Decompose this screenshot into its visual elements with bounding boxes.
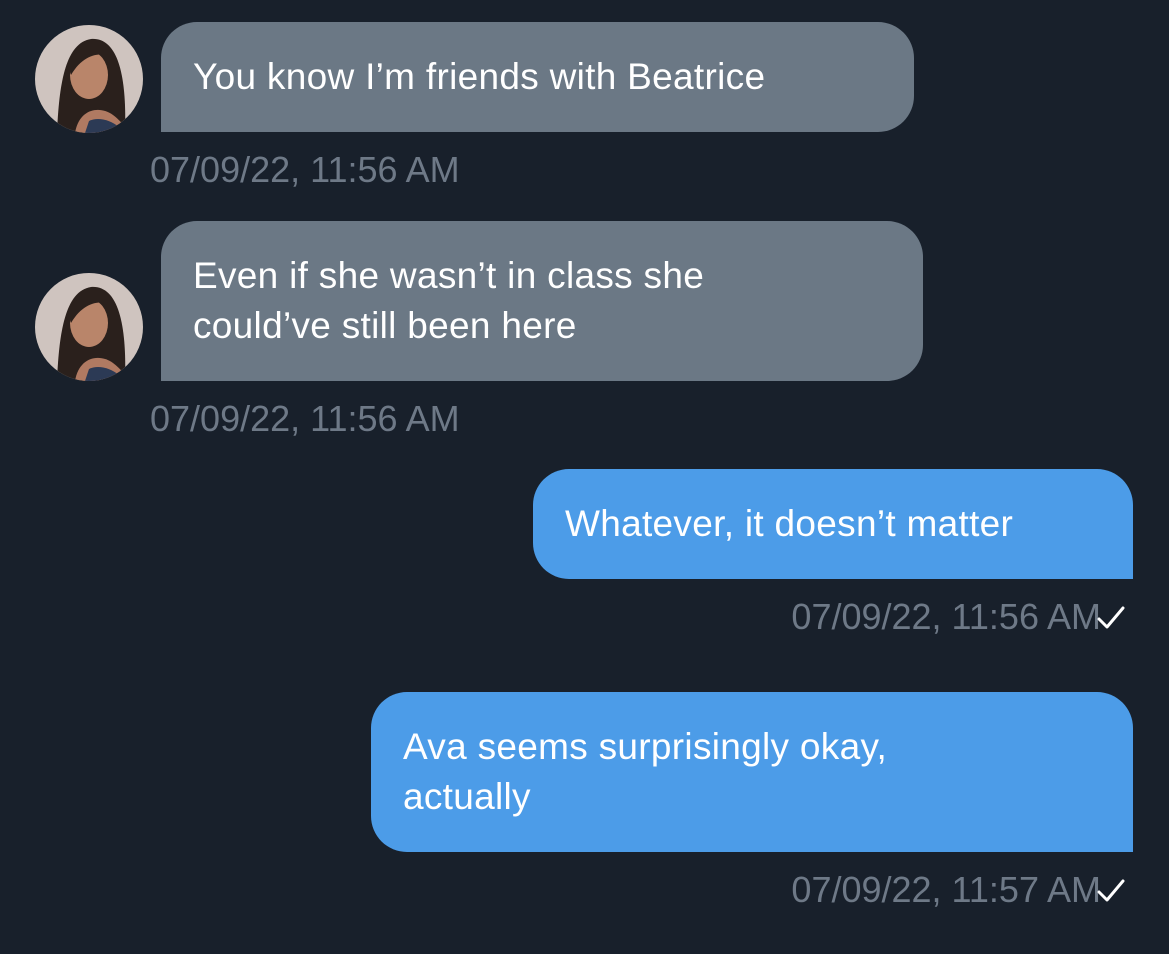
checkmark-icon — [1097, 606, 1125, 629]
message-bubble-incoming[interactable]: Even if she wasn’t in class she could’ve… — [161, 221, 923, 381]
message-text: You know I’m friends with Beatrice — [193, 56, 766, 97]
message-timestamp: 07/09/22, 11:56 AM — [150, 149, 460, 190]
message-bubble-outgoing[interactable]: Whatever, it doesn’t matter — [533, 469, 1133, 579]
checkmark-icon — [1097, 879, 1125, 902]
message-bubble-incoming[interactable]: You know I’m friends with Beatrice — [161, 22, 914, 132]
message-bubble-outgoing[interactable]: Ava seems surprisingly okay, actually — [371, 692, 1133, 852]
message-timestamp: 07/09/22, 11:56 AM — [791, 596, 1101, 637]
message-text: Ava seems surprisingly okay, actually — [403, 726, 888, 817]
contact-avatar[interactable] — [35, 273, 143, 381]
message-timestamp: 07/09/22, 11:56 AM — [150, 398, 460, 439]
message-text: Whatever, it doesn’t matter — [565, 503, 1014, 544]
message-text: Even if she wasn’t in class she could’ve… — [193, 255, 705, 346]
message-timestamp: 07/09/22, 11:57 AM — [791, 869, 1101, 910]
contact-avatar[interactable] — [35, 25, 143, 133]
